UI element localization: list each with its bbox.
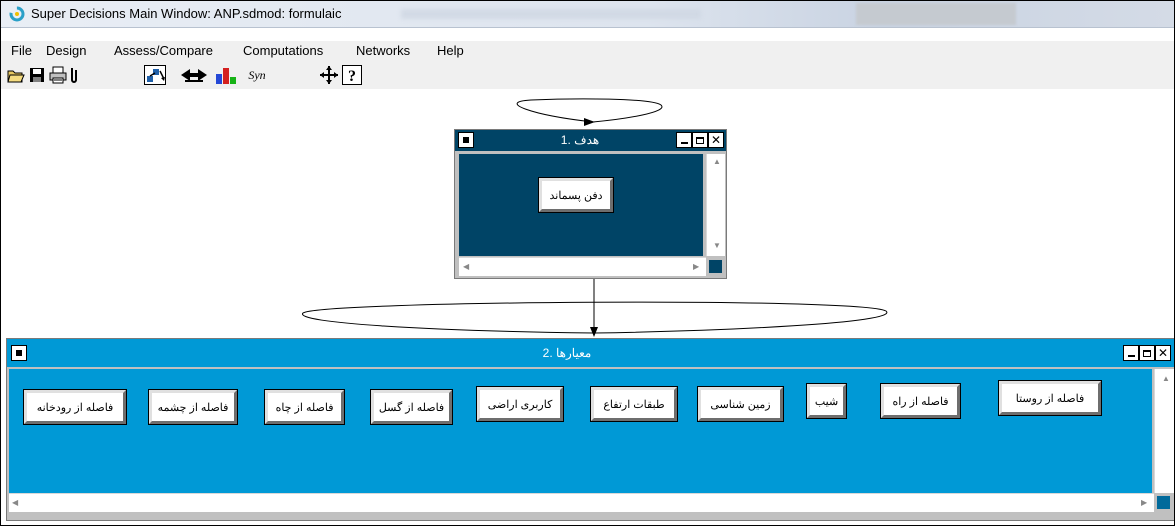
cluster-window-goal[interactable]: هدف .1 ✕ دفن پسماند ▲ ▼ ◀ ▶ [454, 129, 727, 279]
size-grip[interactable] [709, 260, 722, 273]
bar-chart-icon[interactable] [214, 64, 238, 86]
window-title: Super Decisions Main Window: ANP.sdmod: … [31, 6, 342, 21]
node-distance-from-fault[interactable]: فاصله از گسل [370, 389, 453, 425]
cluster-body: فاصله از رودخانه فاصله از چشمه فاصله از … [9, 369, 1152, 493]
node-slope[interactable]: شیب [806, 383, 847, 419]
scroll-left-icon[interactable]: ◀ [12, 499, 18, 507]
open-icon[interactable] [7, 64, 25, 86]
app-icon [9, 6, 25, 22]
attach-icon[interactable] [69, 64, 79, 86]
menu-help[interactable]: Help [437, 43, 464, 58]
menu-networks[interactable]: Networks [356, 43, 410, 58]
close-icon[interactable]: ✕ [708, 132, 724, 148]
blurred-title-area [401, 9, 701, 19]
cluster-body: دفن پسماند [459, 154, 703, 256]
vertical-scrollbar[interactable]: ▲ ▼ [706, 154, 725, 256]
cluster-title: هدف .1 [560, 133, 600, 147]
main-window: Super Decisions Main Window: ANP.sdmod: … [0, 0, 1175, 526]
node-distance-from-well[interactable]: فاصله از چاه [264, 389, 345, 425]
cluster-window-criteria[interactable]: معیارها .2 ✕ فاصله از رودخانه فاصله از چ… [6, 338, 1174, 521]
blurred-title-area [856, 3, 1016, 25]
scroll-right-icon[interactable]: ▶ [693, 263, 699, 271]
vertical-scrollbar[interactable]: ▲ [1154, 369, 1174, 493]
svg-text:?: ? [348, 68, 356, 85]
menu-computations[interactable]: Computations [243, 43, 323, 58]
synthesize-icon[interactable]: Syn [243, 64, 271, 86]
node-elevation-classes[interactable]: طبقات ارتفاع [590, 386, 678, 422]
maximize-icon[interactable] [1139, 345, 1155, 361]
node-waste-landfill[interactable]: دفن پسماند [538, 177, 614, 213]
menu-design[interactable]: Design [46, 43, 86, 58]
node-geology[interactable]: زمین شناسی [697, 386, 784, 422]
node-distance-from-spring[interactable]: فاصله از چشمه [148, 389, 238, 425]
minimize-icon[interactable] [676, 132, 692, 148]
node-land-use[interactable]: کاربری اراضی [476, 386, 564, 422]
scroll-up-icon[interactable]: ▲ [1162, 375, 1170, 383]
horizontal-scrollbar[interactable]: ◀ ▶ [459, 257, 706, 276]
move-icon[interactable] [319, 64, 339, 86]
maximize-icon[interactable] [692, 132, 708, 148]
scroll-up-icon[interactable]: ▲ [713, 158, 721, 166]
menu-assess-compare[interactable]: Assess/Compare [114, 43, 213, 58]
print-icon[interactable] [49, 64, 67, 86]
title-bar: Super Decisions Main Window: ANP.sdmod: … [1, 1, 1174, 28]
connect-nodes-icon[interactable] [144, 64, 166, 86]
minimize-icon[interactable] [1123, 345, 1139, 361]
cluster-title-bar: هدف .1 ✕ [455, 130, 726, 151]
compare-icon[interactable] [179, 64, 209, 86]
help-icon[interactable]: ? [342, 64, 362, 86]
node-distance-from-river[interactable]: فاصله از رودخانه [23, 389, 127, 425]
menu-bar: File Design Assess/Compare Computations … [1, 41, 1174, 59]
size-grip[interactable] [1157, 496, 1170, 509]
node-distance-from-village[interactable]: فاصله از روستا [998, 380, 1102, 416]
horizontal-scrollbar[interactable]: ◀ ▶ [9, 493, 1154, 512]
scroll-down-icon[interactable]: ▼ [713, 242, 721, 250]
close-icon[interactable]: ✕ [1155, 345, 1171, 361]
cluster-title-bar: معیارها .2 ✕ [7, 339, 1174, 367]
scroll-right-icon[interactable]: ▶ [1141, 499, 1147, 507]
scroll-left-icon[interactable]: ◀ [463, 263, 469, 271]
menu-file[interactable]: File [11, 43, 32, 58]
node-distance-from-road[interactable]: فاصله از راه [880, 383, 961, 419]
toolbar: Syn ? [1, 59, 1174, 90]
cluster-title: معیارها .2 [542, 346, 592, 360]
save-icon[interactable] [29, 64, 45, 86]
